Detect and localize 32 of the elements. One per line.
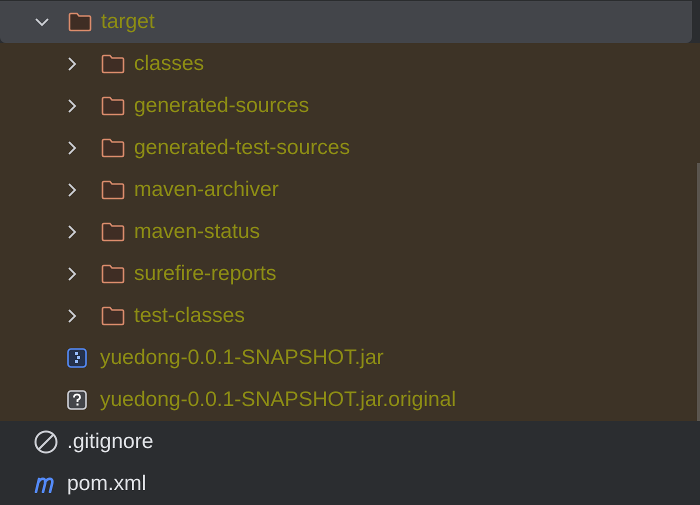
folder-icon: [101, 138, 125, 158]
excluded-tree-row[interactable]: generated-sources: [0, 85, 700, 127]
excluded-tree-row[interactable]: yuedong-0.0.1-SNAPSHOT.jar.original: [0, 379, 700, 421]
folder-icon: [101, 306, 125, 326]
excluded-tree-row[interactable]: classes: [0, 43, 700, 85]
tree-row[interactable]: pom.xml: [0, 463, 700, 505]
selected-tree-row[interactable]: target: [0, 1, 692, 43]
folder-icon: [101, 54, 125, 74]
chevron-down-icon[interactable]: [34, 17, 50, 27]
chevron-right-icon[interactable]: [67, 266, 77, 282]
excluded-tree-row[interactable]: generated-test-sources: [0, 127, 700, 169]
chevron-right-icon[interactable]: [67, 98, 77, 114]
chevron-right-icon[interactable]: [67, 224, 77, 240]
ignored-file-icon: [34, 430, 58, 454]
excluded-tree-row[interactable]: maven-status: [0, 211, 700, 253]
excluded-tree-row[interactable]: surefire-reports: [0, 253, 700, 295]
chevron-right-icon[interactable]: [67, 56, 77, 72]
chevron-right-icon[interactable]: [67, 182, 77, 198]
question-file-icon: [67, 390, 87, 410]
archive-icon: [67, 348, 87, 368]
excluded-tree-row[interactable]: test-classes: [0, 295, 700, 337]
folder-icon: [101, 180, 125, 200]
folder-icon: [101, 96, 125, 116]
folder-icon: [101, 264, 125, 284]
folder-icon: [101, 222, 125, 242]
chevron-right-icon[interactable]: [67, 308, 77, 324]
scrollbar[interactable]: [697, 163, 700, 421]
chevron-right-icon[interactable]: [67, 140, 77, 156]
folder-icon: [68, 12, 92, 32]
excluded-tree-row[interactable]: maven-archiver: [0, 169, 700, 211]
excluded-tree-row[interactable]: yuedong-0.0.1-SNAPSHOT.jar: [0, 337, 700, 379]
tree-row[interactable]: .gitignore: [0, 421, 700, 463]
